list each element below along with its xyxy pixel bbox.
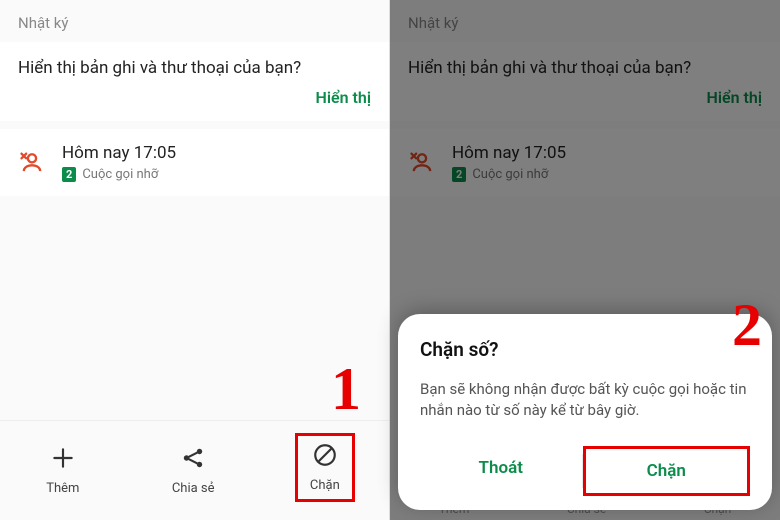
plus-icon	[50, 445, 76, 475]
share-label: Chia sẻ	[172, 481, 215, 496]
block-button[interactable]: Chặn	[295, 433, 355, 502]
missed-count-badge: 2	[62, 167, 76, 182]
annotation-2: 2	[732, 291, 762, 360]
call-time: Hôm nay 17:05	[62, 143, 371, 163]
dialog-body: Bạn sẽ không nhận được bất kỳ cuộc gọi h…	[420, 379, 750, 423]
block-label: Chặn	[310, 478, 340, 493]
dialog-cancel-button[interactable]: Thoát	[420, 446, 582, 496]
add-button[interactable]: Thêm	[34, 439, 91, 502]
call-meta: Hôm nay 17:05 2 Cuộc gọi nhỡ	[62, 143, 371, 182]
missed-line: 2 Cuộc gọi nhỡ	[62, 167, 371, 182]
dialog-confirm-button[interactable]: Chặn	[583, 446, 751, 496]
block-icon	[312, 442, 338, 472]
dialog-title: Chặn số?	[420, 338, 750, 361]
share-icon	[180, 445, 206, 475]
add-label: Thêm	[46, 481, 79, 496]
prompt-card: Hiển thị bản ghi và thư thoại của bạn? H…	[0, 42, 389, 121]
panel-content: Nhật ký Hiển thị bản ghi và thư thoại củ…	[0, 0, 389, 520]
call-log-item[interactable]: Hôm nay 17:05 2 Cuộc gọi nhỡ	[0, 129, 389, 196]
section-title: Nhật ký	[0, 0, 389, 42]
show-link[interactable]: Hiển thị	[18, 88, 371, 107]
annotation-1: 1	[331, 355, 361, 424]
dialog-actions: Thoát Chặn	[420, 446, 750, 496]
block-dialog: Chặn số? Bạn sẽ không nhận được bất kỳ c…	[398, 314, 772, 511]
prompt-text: Hiển thị bản ghi và thư thoại của bạn?	[18, 58, 371, 78]
missed-label: Cuộc gọi nhỡ	[82, 167, 158, 182]
missed-call-icon	[18, 149, 46, 177]
panel-step-1: Nhật ký Hiển thị bản ghi và thư thoại củ…	[0, 0, 390, 520]
share-button[interactable]: Chia sẻ	[160, 439, 227, 502]
bottom-actions: Thêm Chia sẻ Chặn	[0, 420, 389, 520]
panel-step-2: Nhật ký Hiển thị bản ghi và thư thoại củ…	[390, 0, 780, 520]
